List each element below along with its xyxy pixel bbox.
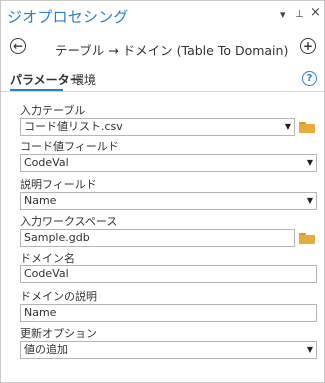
description-field-label: 説明フィールド: [20, 178, 97, 191]
help-icon[interactable]: ?: [302, 71, 317, 86]
close-icon[interactable]: ×: [310, 6, 321, 20]
chevron-down-icon[interactable]: ▼: [307, 342, 313, 358]
parameters-form: 入力テーブル コード値リスト.csv ▼ コード値フィールド CodeVal ▼…: [1, 91, 324, 382]
geoprocessing-pane: ジオプロセシング ▾ ⊥ × ← テーブル → ドメイン (Table To D…: [0, 0, 325, 383]
tool-title: テーブル → ドメイン (Table To Domain): [55, 43, 289, 58]
domain-description-input[interactable]: Name: [20, 304, 317, 322]
tab-parameters[interactable]: パラメーター: [10, 71, 82, 88]
domain-name-input[interactable]: CodeVal: [20, 265, 317, 283]
tool-nav-bar: ← テーブル → ドメイン (Table To Domain) +: [1, 31, 324, 63]
plus-icon: +: [302, 39, 314, 53]
input-table-value: コード値リスト.csv: [24, 120, 123, 133]
code-field-label: コード値フィールド: [20, 140, 119, 153]
domain-name-label: ドメイン名: [20, 252, 75, 265]
input-table-label: 入力テーブル: [20, 104, 86, 117]
chevron-down-icon[interactable]: ▼: [307, 155, 313, 171]
back-button[interactable]: ←: [10, 38, 26, 54]
pane-title: ジオプロセシング: [7, 8, 129, 26]
input-workspace-field[interactable]: Sample.gdb: [20, 229, 295, 247]
input-table-field[interactable]: コード値リスト.csv ▼: [20, 118, 295, 136]
update-option-value: 値の追加: [24, 343, 68, 356]
pane-menu-icon[interactable]: ▾: [280, 8, 286, 22]
tool-tabs: パラメーター 環境 ?: [1, 67, 324, 91]
back-arrow-icon: ←: [12, 39, 24, 53]
browse-folder-icon[interactable]: [299, 233, 315, 244]
tab-environments[interactable]: 環境: [72, 71, 96, 88]
add-to-favorites-button[interactable]: +: [300, 38, 316, 54]
input-workspace-value: Sample.gdb: [24, 231, 90, 244]
code-field-dropdown[interactable]: CodeVal ▼: [20, 154, 317, 172]
chevron-down-icon[interactable]: ▼: [307, 193, 313, 209]
update-option-label: 更新オプション: [20, 327, 97, 340]
pin-icon[interactable]: ⊥: [295, 8, 304, 22]
domain-description-value: Name: [24, 306, 57, 319]
folder-body-shape: [299, 235, 315, 244]
chevron-down-icon[interactable]: ▼: [285, 119, 291, 135]
folder-body-shape: [299, 124, 315, 133]
input-workspace-label: 入力ワークスペース: [20, 215, 118, 228]
update-option-dropdown[interactable]: 値の追加 ▼: [20, 341, 317, 359]
domain-name-value: CodeVal: [24, 267, 69, 280]
description-field-dropdown[interactable]: Name ▼: [20, 192, 317, 210]
description-field-value: Name: [24, 194, 57, 207]
pane-titlebar: ジオプロセシング ▾ ⊥ ×: [1, 1, 324, 31]
code-field-value: CodeVal: [24, 156, 69, 169]
domain-description-label: ドメインの説明: [20, 290, 97, 303]
browse-folder-icon[interactable]: [299, 122, 315, 133]
